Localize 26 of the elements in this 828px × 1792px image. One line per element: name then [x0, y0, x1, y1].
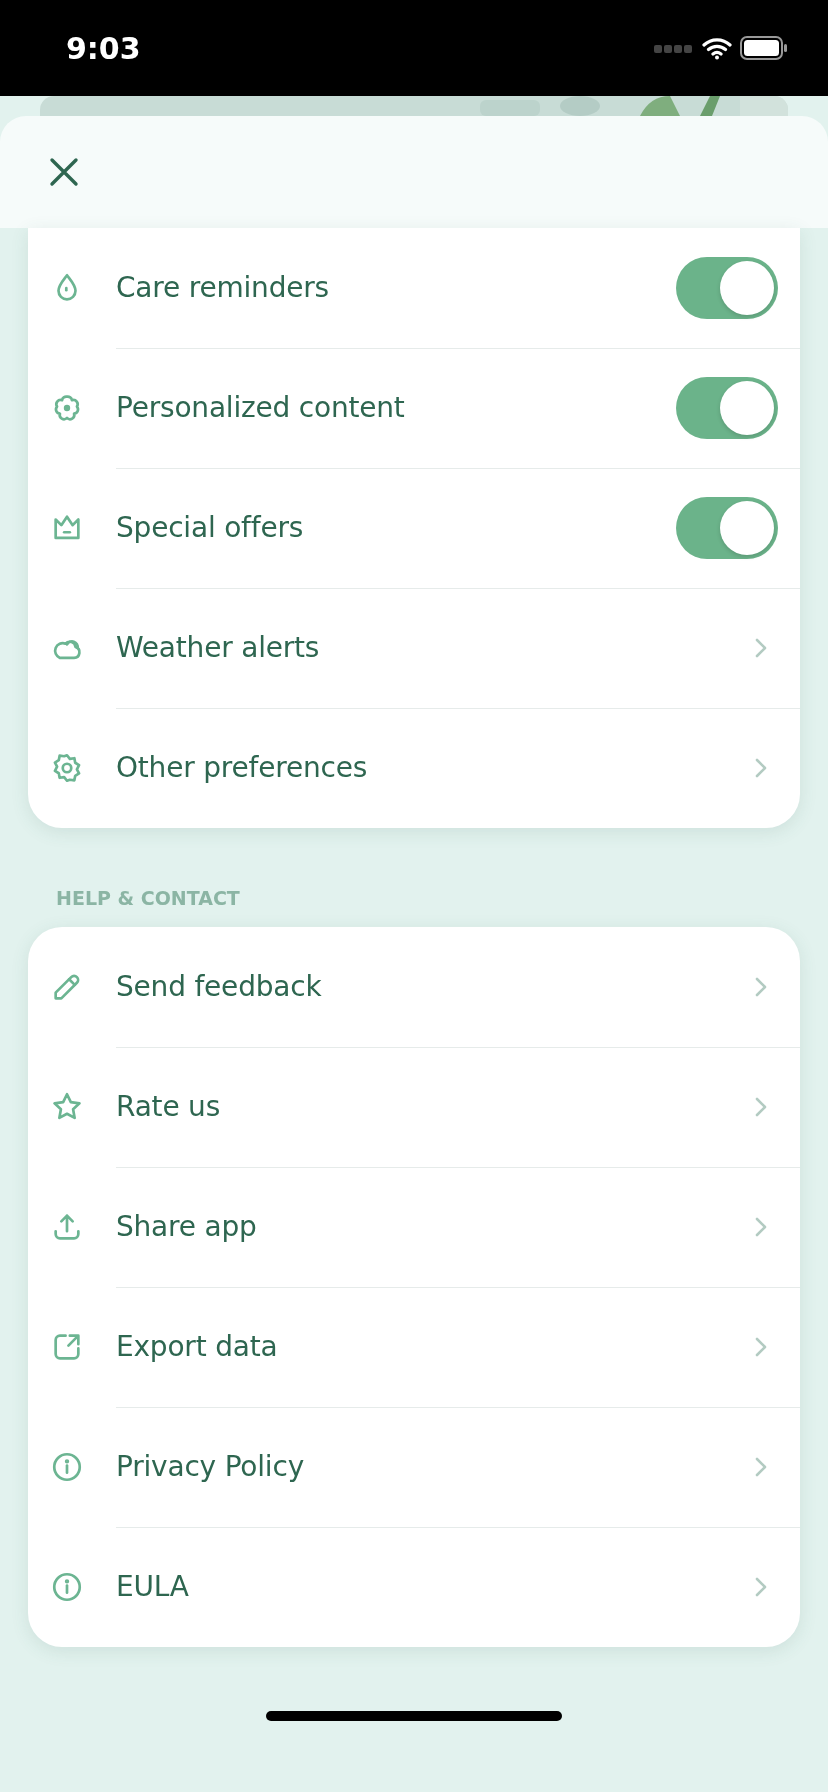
- chevron-icon: [754, 1215, 768, 1238]
- chevron-icon: [754, 1095, 768, 1118]
- wifi-icon: [702, 36, 732, 60]
- status-time: 9:03: [66, 29, 141, 68]
- setting-label[interactable]: Personalized content: [116, 387, 676, 429]
- battery-icon: [740, 36, 788, 60]
- chevron-icon: [754, 757, 768, 779]
- setting-label[interactable]: Send feedback: [116, 965, 754, 1008]
- chevron-icon: [754, 1455, 768, 1478]
- setting-label[interactable]: Export data: [116, 1325, 754, 1368]
- signal-icon: [654, 43, 694, 53]
- setting-label[interactable]: Privacy Policy: [116, 1445, 754, 1488]
- section-header: HELP & CONTACT: [55, 886, 241, 911]
- home-indicator[interactable]: [266, 1710, 562, 1721]
- chevron-icon: [754, 637, 768, 659]
- setting-label[interactable]: Weather alerts: [116, 627, 754, 669]
- setting-label[interactable]: Care reminders: [116, 267, 676, 309]
- close-icon[interactable]: [48, 156, 80, 188]
- setting-label[interactable]: Special offers: [116, 507, 676, 549]
- setting-label[interactable]: EULA: [116, 1565, 754, 1608]
- chevron-icon: [754, 1335, 768, 1358]
- setting-label[interactable]: Rate us: [116, 1085, 754, 1128]
- chevron-icon: [754, 975, 768, 998]
- chevron-icon: [754, 1575, 768, 1598]
- setting-label[interactable]: Share app: [116, 1205, 754, 1248]
- setting-label[interactable]: Other preferences: [116, 747, 754, 789]
